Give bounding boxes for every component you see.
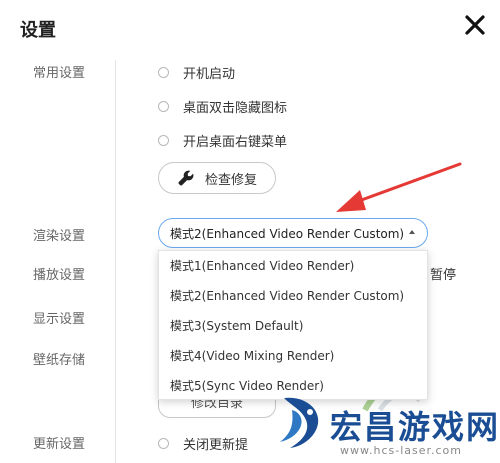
radio-label: 桌面双击隐藏图标 [183, 101, 288, 116]
render-mode-select[interactable]: 模式2(Enhanced Video Render Custom) [158, 218, 428, 248]
section-label-playback: 播放设置 [33, 268, 86, 283]
radio-double-click-hide-icons[interactable]: 桌面双击隐藏图标 [158, 97, 287, 116]
radio-circle[interactable] [158, 438, 169, 449]
section-label-display: 显示设置 [33, 312, 86, 327]
radio-label: 开机启动 [183, 67, 236, 82]
render-mode-option-2[interactable]: 模式2(Enhanced Video Render Custom) [159, 281, 427, 311]
watermark-title: 宏昌游戏网 [330, 408, 500, 446]
watermark-url: www.hcs-laser.com [340, 444, 462, 457]
section-label-update: 更新设置 [33, 437, 86, 452]
render-mode-option-3[interactable]: 模式3(System Default) [159, 311, 427, 341]
window-title: 设置 [20, 20, 56, 41]
close-icon[interactable] [464, 14, 486, 36]
radio-label: 关闭更新提 [183, 438, 249, 453]
radio-circle[interactable] [158, 135, 169, 146]
render-mode-selected: 模式2(Enhanced Video Render Custom) [170, 226, 405, 241]
caret-up-icon [409, 230, 415, 234]
check-repair-label: 检查修复 [204, 172, 257, 188]
check-repair-button[interactable]: 检查修复 [158, 162, 276, 194]
section-label-wallpaper: 壁纸存储 [33, 353, 86, 368]
wrench-icon [178, 170, 194, 186]
render-mode-option-1[interactable]: 模式1(Enhanced Video Render) [159, 251, 427, 281]
render-mode-dropdown: 模式1(Enhanced Video Render) 模式2(Enhanced … [158, 250, 428, 400]
radio-circle[interactable] [158, 67, 169, 78]
section-label-render: 渲染设置 [33, 229, 86, 244]
radio-circle[interactable] [158, 101, 169, 112]
playback-pause-text: 暂停 [430, 268, 457, 283]
section-divider [115, 60, 116, 463]
render-mode-option-4[interactable]: 模式4(Video Mixing Render) [159, 341, 427, 371]
section-label-general: 常用设置 [33, 66, 86, 81]
radio-startup[interactable]: 开机启动 [158, 63, 235, 82]
radio-label: 开启桌面右键菜单 [183, 135, 288, 150]
radio-desktop-context-menu[interactable]: 开启桌面右键菜单 [158, 131, 287, 150]
dragon-logo-icon [280, 397, 319, 448]
radio-disable-update[interactable]: 关闭更新提 [158, 434, 248, 453]
